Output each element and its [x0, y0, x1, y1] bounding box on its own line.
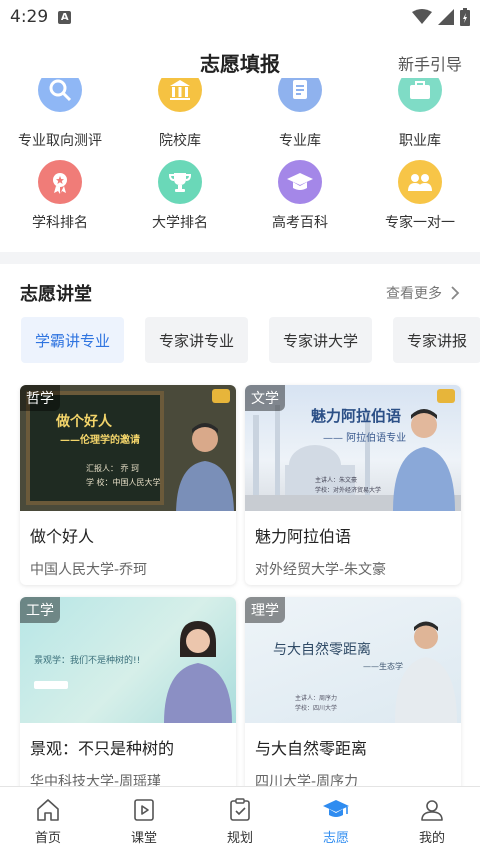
tab-label: 首页 [34, 831, 61, 846]
battery-icon [460, 8, 470, 26]
presenter-figure [395, 621, 457, 723]
chip-expert-majors[interactable]: 专家讲专业 [145, 317, 249, 363]
subject-tag: 理学 [245, 597, 285, 623]
presenter-figure [164, 621, 232, 723]
tab-profile[interactable]: 我的 [384, 787, 480, 855]
tool-label: 院校库 [159, 133, 201, 149]
see-more-label: 查看更多 [386, 286, 442, 302]
slide-title: 魅力阿拉伯语 [311, 407, 402, 425]
tool-major-library[interactable]: 专业库 [240, 78, 360, 154]
lecture-section-header: 志愿讲堂 查看更多 [0, 278, 480, 308]
video-thumbnail: 与大自然零距离 ——生态学 主讲人：周序力 学校：四川大学 理学 [245, 597, 461, 723]
tab-classroom[interactable]: 课堂 [96, 787, 192, 855]
trophy-icon [158, 160, 202, 204]
video-thumbnail: 魅力阿拉伯语 —— 阿拉伯语专业 主讲人：朱文豪 学校：对外经济贸易大学 文学 [245, 385, 461, 511]
section-title: 志愿讲堂 [20, 284, 92, 305]
channel-logo [437, 389, 455, 403]
presenter-figure [176, 423, 234, 511]
tab-label: 我的 [418, 831, 445, 846]
card-title: 景观：不只是种树的 [30, 739, 175, 758]
tool-expert-consult[interactable]: 专家一对一 [360, 160, 480, 232]
tool-subject-ranking[interactable]: 学科排名 [0, 160, 120, 232]
card-subtitle: 中国人民大学-乔珂 [30, 562, 148, 578]
see-more-link[interactable]: 查看更多 [386, 283, 460, 303]
experts-icon [398, 160, 442, 204]
chip-top-student-majors[interactable]: 学霸讲专业 [21, 317, 125, 363]
guide-link[interactable]: 新手引导 [398, 51, 462, 75]
section-divider [0, 252, 480, 264]
graduation-cap-icon [323, 800, 349, 817]
play-book-icon [134, 799, 154, 821]
card-title: 与大自然零距离 [255, 739, 368, 758]
tool-school-library[interactable]: 院校库 [120, 78, 240, 154]
tab-planning[interactable]: 规划 [192, 787, 288, 855]
slide-line: 主讲人：朱文豪 [315, 477, 358, 484]
slide-title: 做个好人 [56, 414, 112, 430]
status-time: 4:29 [10, 7, 49, 27]
status-bar: 4:29 A [0, 0, 480, 34]
chevron-right-icon [451, 286, 460, 300]
tool-major-assessment[interactable]: 专业取向测评 [0, 78, 120, 154]
card-title: 做个好人 [30, 527, 95, 546]
chip-expert-universities[interactable]: 专家讲大学 [269, 317, 373, 363]
category-chips: 学霸讲专业 专家讲专业 专家讲大学 专家讲报 [21, 317, 480, 363]
school-building-icon [158, 78, 202, 112]
tool-label: 学科排名 [32, 215, 88, 231]
slide-line: 学校：四川大学 [295, 705, 338, 712]
signal-icon [438, 9, 454, 25]
document-icon [278, 78, 322, 112]
tool-label: 高考百科 [272, 215, 328, 231]
notification-icon: A [58, 10, 72, 24]
wifi-icon [412, 9, 432, 24]
subject-tag: 文学 [245, 385, 285, 411]
subject-tag: 哲学 [20, 385, 60, 411]
tool-label: 职业库 [399, 133, 441, 149]
tool-label: 专业库 [279, 133, 321, 149]
home-icon [37, 799, 59, 821]
tool-exam-wiki[interactable]: 高考百科 [240, 160, 360, 232]
lecture-card[interactable]: 景观学：我们不是种树的!! 工学 景观：不只是种树的 华中科技大学-周瑶瑾 [20, 597, 236, 797]
video-thumbnail: 景观学：我们不是种树的!! 工学 [20, 597, 236, 723]
tab-label: 规划 [226, 831, 253, 846]
lecture-card[interactable]: 魅力阿拉伯语 —— 阿拉伯语专业 主讲人：朱文豪 学校：对外经济贸易大学 文学 … [245, 385, 461, 585]
tool-label: 专家一对一 [385, 215, 455, 231]
tool-university-ranking[interactable]: 大学排名 [120, 160, 240, 232]
magnifier-icon [38, 78, 82, 112]
briefcase-icon [398, 78, 442, 112]
tab-label: 课堂 [130, 831, 157, 846]
chip-expert-applications[interactable]: 专家讲报 [393, 317, 480, 363]
tool-career-library[interactable]: 职业库 [360, 78, 480, 154]
tools-row-1: 专业取向测评 院校库 专业库 职业库 [0, 78, 480, 154]
slide-line: 学 校：中国人民大学 [86, 478, 161, 487]
tools-row-2: 学科排名 大学排名 高考百科 专家一对一 [0, 160, 480, 232]
user-icon [421, 800, 443, 821]
slide-title: 与大自然零距离 [273, 642, 371, 658]
bottom-tab-bar: 首页 课堂 规划 志愿 我的 [0, 786, 480, 855]
slide-badge [34, 681, 68, 689]
graduation-cap-icon [278, 160, 322, 204]
tool-label: 专业取向测评 [18, 133, 102, 149]
tab-label: 志愿 [322, 831, 349, 846]
tab-volunteer[interactable]: 志愿 [288, 787, 384, 855]
tool-label: 大学排名 [152, 215, 208, 231]
medal-icon [38, 160, 82, 204]
slide-title: 景观学：我们不是种树的!! [34, 656, 141, 666]
subject-tag: 工学 [20, 597, 60, 623]
slide-subtitle: ——伦理学的邀请 [60, 435, 140, 446]
channel-logo [212, 389, 230, 403]
slide-line: 学校：对外经济贸易大学 [315, 487, 382, 494]
lecture-card[interactable]: 做个好人 ——伦理学的邀请 汇报人： 乔 珂 学 校：中国人民大学 哲学 做个好… [20, 385, 236, 585]
card-title: 魅力阿拉伯语 [255, 527, 352, 546]
tab-home[interactable]: 首页 [0, 787, 96, 855]
video-thumbnail: 做个好人 ——伦理学的邀请 汇报人： 乔 珂 学 校：中国人民大学 哲学 [20, 385, 236, 511]
clipboard-check-icon [230, 798, 250, 821]
status-icons [412, 8, 470, 26]
page-title: 志愿填报 [200, 51, 280, 76]
card-subtitle: 对外经贸大学-朱文豪 [255, 562, 387, 578]
slide-line: 主讲人：周序力 [295, 695, 338, 702]
slide-line: 汇报人： 乔 珂 [86, 464, 140, 473]
lecture-card[interactable]: 与大自然零距离 ——生态学 主讲人：周序力 学校：四川大学 理学 与大自然零距离… [245, 597, 461, 797]
presenter-figure [393, 409, 455, 511]
